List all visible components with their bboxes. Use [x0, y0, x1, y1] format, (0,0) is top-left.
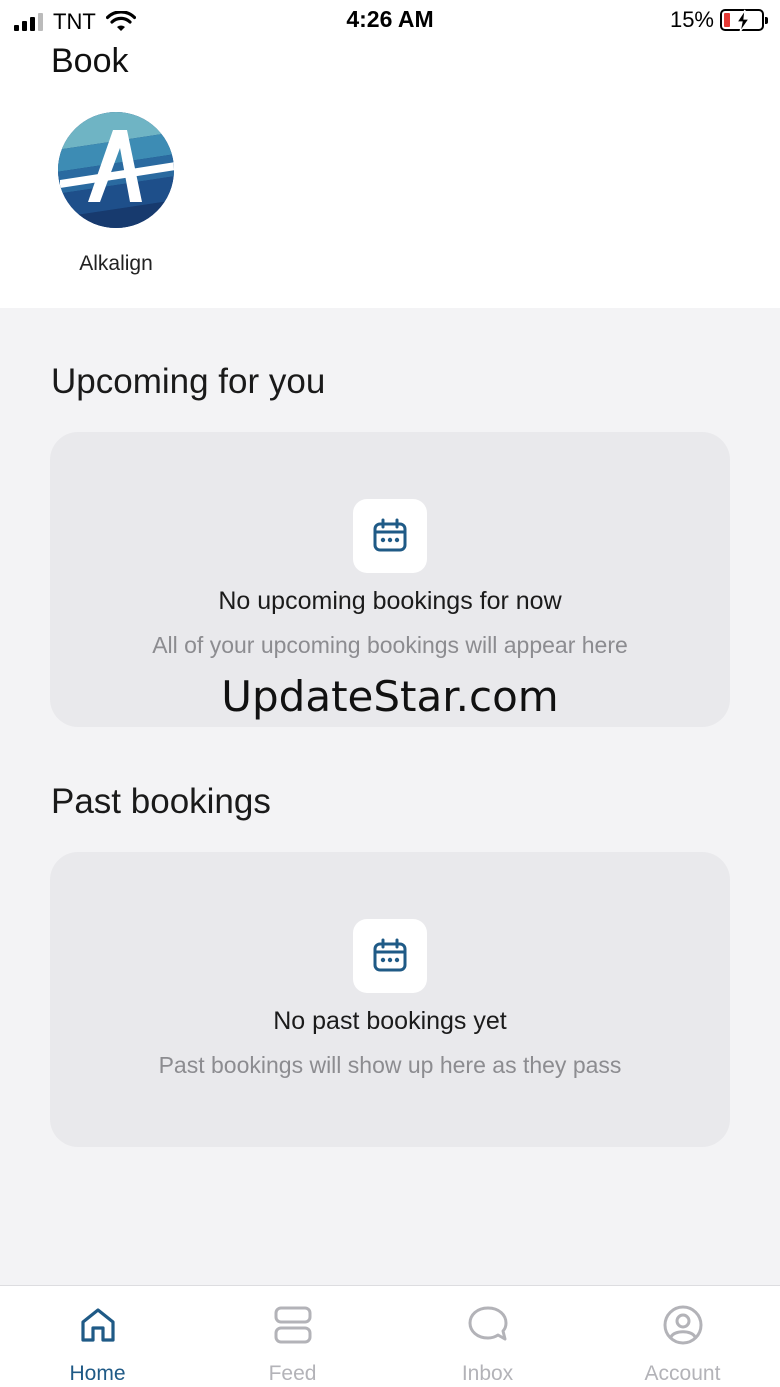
alkalign-logo-icon: [58, 112, 174, 228]
past-empty-card: No past bookings yet Past bookings will …: [50, 852, 730, 1147]
past-section-title: Past bookings: [51, 782, 271, 821]
calendar-icon: [373, 518, 407, 552]
battery-icon: [720, 9, 768, 33]
past-empty-subtitle: Past bookings will show up here as they …: [158, 1052, 622, 1078]
battery-percent: 15%: [669, 7, 714, 32]
bottom-tab-bar: Home Feed Inbox Account: [0, 1285, 780, 1387]
past-empty-title: No past bookings yet: [273, 1007, 507, 1035]
tab-home[interactable]: Home: [0, 1286, 195, 1387]
provider-name: Alkalign: [79, 252, 153, 275]
tab-feed-label: Feed: [268, 1362, 317, 1385]
feed-icon: [274, 1306, 312, 1344]
tab-account[interactable]: Account: [585, 1286, 780, 1387]
status-time: 4:26 AM: [346, 6, 434, 32]
tab-feed[interactable]: Feed: [195, 1286, 390, 1387]
upcoming-section-title: Upcoming for you: [51, 362, 326, 401]
inbox-icon: [468, 1306, 508, 1341]
past-calendar-badge: [353, 919, 427, 993]
upcoming-empty-title: No upcoming bookings for now: [218, 587, 562, 615]
provider-alkalign[interactable]: Alkalign: [56, 110, 176, 276]
tab-account-label: Account: [644, 1362, 721, 1385]
calendar-icon: [373, 938, 407, 972]
watermark-text: UpdateStar.com: [221, 672, 559, 721]
account-icon: [663, 1305, 703, 1345]
tab-inbox-label: Inbox: [461, 1362, 514, 1385]
page-title: Book: [51, 42, 129, 80]
upcoming-calendar-badge: [353, 499, 427, 573]
upcoming-empty-subtitle: All of your upcoming bookings will appea…: [152, 632, 628, 658]
status-bar: TNT 4:26 AM 15%: [0, 0, 780, 44]
home-icon: [81, 1308, 115, 1342]
charging-bolt-icon: [735, 9, 751, 33]
tab-home-label: Home: [69, 1362, 126, 1385]
tab-inbox[interactable]: Inbox: [390, 1286, 585, 1387]
